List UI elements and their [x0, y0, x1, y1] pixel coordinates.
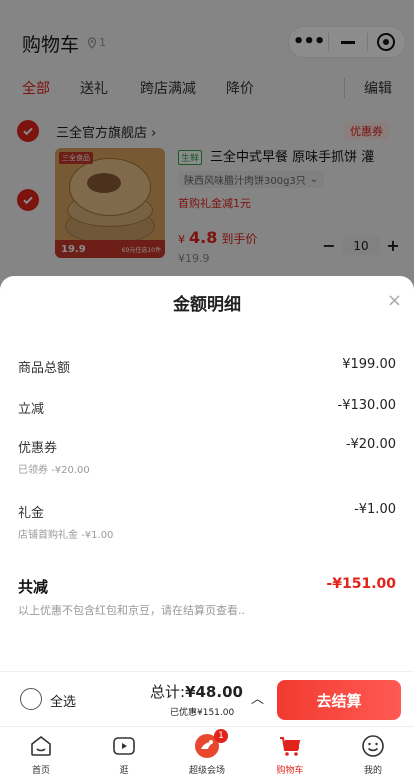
total-price: 总计:¥48.00: [150, 681, 243, 702]
checkout-bar: 全选 总计:¥48.00 已优惠¥151.00 ︿ 去结算: [0, 671, 414, 725]
nav-label: 首页: [31, 766, 50, 776]
total-value: ¥48.00: [185, 683, 243, 701]
checkout-button[interactable]: 去结算: [277, 680, 401, 720]
saved-amount: 已优惠¥151.00: [170, 708, 235, 718]
sheet-title: 金额明细: [173, 295, 241, 315]
cart-icon: [277, 733, 303, 759]
chevron-up-icon[interactable]: ︿: [251, 688, 264, 707]
nav-item-cart[interactable]: 购物车: [260, 733, 320, 776]
row-label: 立减: [18, 402, 45, 417]
nav-item-home[interactable]: 首页: [11, 733, 71, 776]
venue-icon: 1: [194, 729, 228, 759]
row-sub: 已领券 -¥20.00: [18, 465, 90, 476]
row-label: 优惠券: [18, 441, 58, 456]
total-saved-value: -¥151.00: [326, 576, 396, 592]
bottom-nav: 首页 逛 1 超级会场 购物车 我的: [0, 726, 414, 780]
select-all-checkbox[interactable]: [20, 688, 42, 710]
nav-label: 我的: [363, 766, 382, 776]
sheet-note: 以上优惠不包含红包和京豆，请在结算页查看..: [18, 604, 245, 617]
row-value: -¥130.00: [337, 398, 396, 413]
row-value: ¥199.00: [342, 357, 396, 372]
total-prefix: 总计:: [150, 683, 186, 701]
video-icon: [111, 733, 137, 759]
row-label: 礼金: [18, 506, 45, 521]
profile-icon: [360, 733, 386, 759]
nav-item-browse[interactable]: 逛: [94, 733, 154, 776]
total-saved-label: 共减: [18, 578, 49, 596]
home-icon: [28, 733, 54, 759]
venue-badge: 1: [214, 729, 228, 743]
nav-item-profile[interactable]: 我的: [343, 733, 403, 776]
row-label: 商品总额: [18, 361, 71, 376]
nav-label: 购物车: [276, 766, 304, 776]
close-icon[interactable]: ×: [387, 290, 402, 311]
row-value: -¥1.00: [354, 502, 396, 517]
row-value: -¥20.00: [345, 437, 396, 452]
select-all-label[interactable]: 全选: [50, 691, 76, 710]
row-sub: 店铺首购礼金 -¥1.00: [18, 530, 114, 541]
nav-label: 逛: [119, 766, 129, 776]
nav-item-super-venue[interactable]: 1 超级会场: [177, 729, 237, 776]
nav-label: 超级会场: [188, 766, 225, 776]
